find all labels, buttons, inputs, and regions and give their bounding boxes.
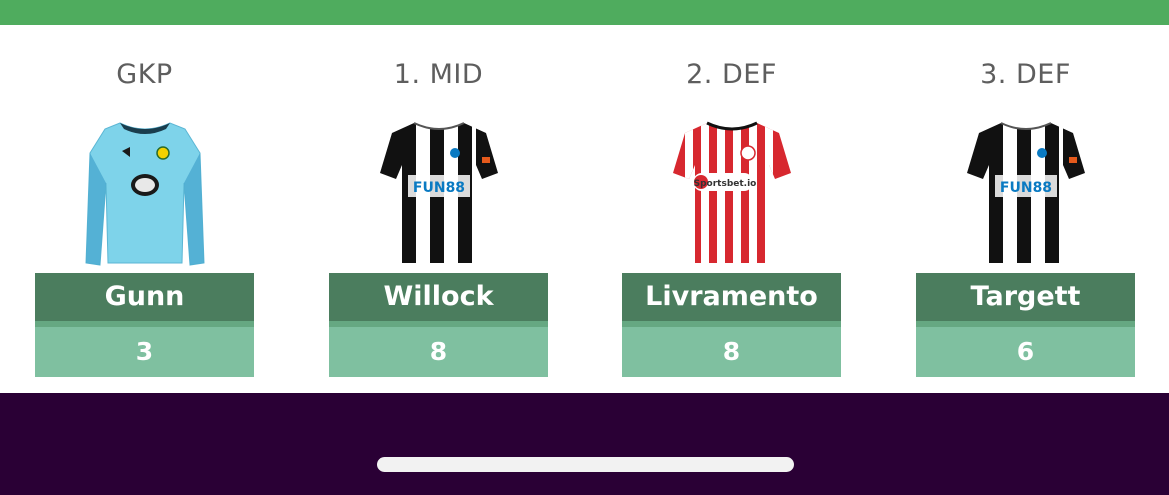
bottom-nav-bar [0,393,1169,495]
player-card-def-1[interactable]: 2. DEF Sportsbet.io Livramento 8 [622,25,841,393]
player-name: Livramento [622,273,841,321]
player-card-mid[interactable]: 1. MID FUN88 Willock 8 [329,25,548,393]
top-green-bar [0,0,1169,25]
player-points: 8 [329,327,548,377]
player-name: Willock [329,273,548,321]
bench-panel: GKP Gunn 3 1. MID FUN88 Willock 8 2. DEF… [0,25,1169,393]
position-label: 3. DEF [980,59,1071,90]
player-points: 3 [35,327,254,377]
player-points: 8 [622,327,841,377]
position-label: 1. MID [393,59,484,90]
svg-text:FUN88: FUN88 [412,180,464,196]
player-name: Gunn [35,273,254,321]
keeper-shirt-icon [84,122,205,266]
player-card-def-2[interactable]: 3. DEF FUN88 Targett 6 [916,25,1135,393]
player-points: 6 [916,327,1135,377]
red-striped-shirt-icon: Sportsbet.io [672,121,791,263]
player-name: Targett [916,273,1135,321]
player-card-gkp[interactable]: GKP Gunn 3 [35,25,254,393]
home-indicator[interactable] [377,457,794,472]
striped-shirt-icon: FUN88 [966,122,1085,263]
svg-text:FUN88: FUN88 [999,180,1051,196]
position-label: 2. DEF [686,59,777,90]
svg-text:Sportsbet.io: Sportsbet.io [693,179,756,189]
striped-shirt-icon: FUN88 [379,122,498,263]
position-label: GKP [116,59,173,90]
